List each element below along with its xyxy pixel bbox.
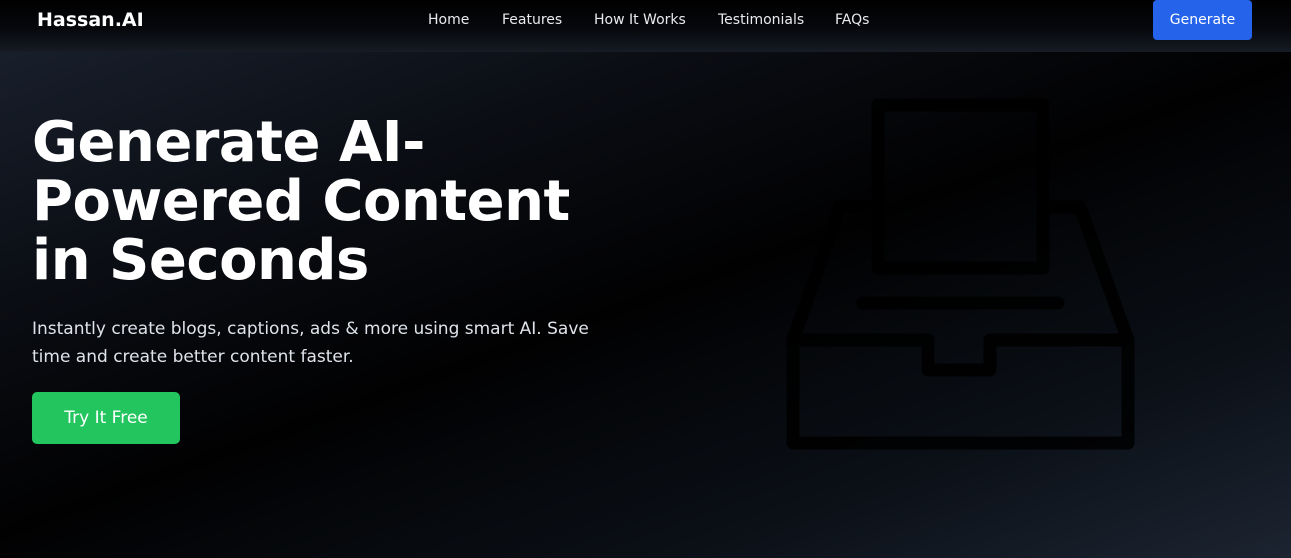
hero-title-line-1: Generate AI- bbox=[32, 110, 425, 175]
hero-subtitle: Instantly create blogs, captions, ads & … bbox=[32, 319, 589, 367]
brand-logo[interactable]: Hassan.AI bbox=[37, 9, 144, 31]
nav-link-testimonials[interactable]: Testimonials bbox=[718, 12, 804, 28]
navbar: Hassan.AI Home Features How It Works Tes… bbox=[0, 0, 1291, 52]
try-it-free-button[interactable]: Try It Free bbox=[32, 392, 180, 444]
hero-title: Generate AI- Powered Content in Seconds bbox=[32, 113, 592, 290]
nav-link-features[interactable]: Features bbox=[502, 12, 562, 28]
inbox-tray-icon bbox=[786, 98, 1135, 450]
hero-title-line-2: Powered Content bbox=[32, 169, 570, 234]
generate-button[interactable]: Generate bbox=[1153, 0, 1252, 40]
nav-link-how-it-works[interactable]: How It Works bbox=[594, 12, 686, 28]
nav-link-faqs[interactable]: FAQs bbox=[835, 12, 869, 28]
nav-link-home[interactable]: Home bbox=[428, 12, 469, 28]
hero-title-line-3: in Seconds bbox=[32, 228, 369, 293]
